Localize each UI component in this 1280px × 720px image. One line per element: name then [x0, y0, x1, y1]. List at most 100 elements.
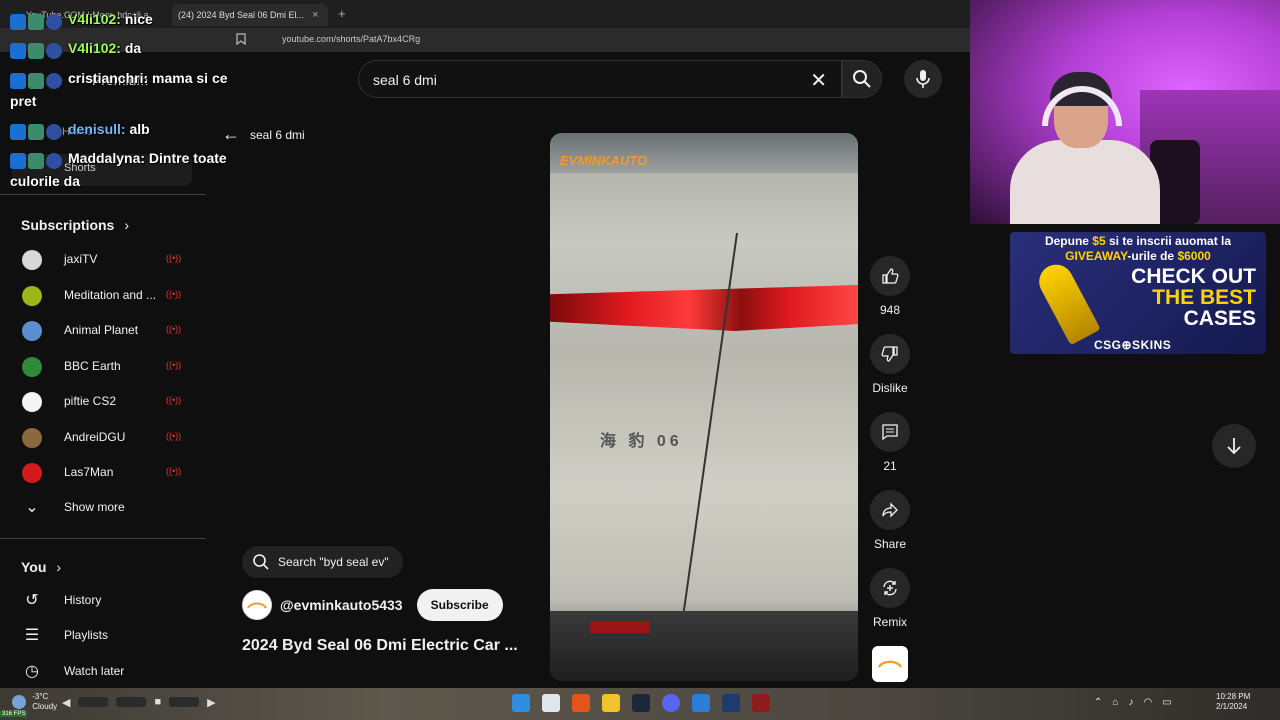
taskbar-apps [512, 694, 770, 712]
discord-icon[interactable] [662, 694, 680, 712]
chevron-right-icon: › [56, 559, 62, 575]
taskbar-clock[interactable]: 10:28 PM 2/1/2024 [1216, 692, 1250, 712]
chat-badges [10, 38, 64, 60]
notepad-icon[interactable] [692, 694, 710, 712]
network-icon[interactable]: ⌂ [1112, 697, 1118, 708]
channel-name[interactable]: @evminkauto5433 [280, 597, 403, 613]
share-button[interactable] [870, 490, 910, 530]
arrow-down-icon [1227, 438, 1241, 455]
short-video-player[interactable]: EVMINKAUTO 海 豹 06 [550, 133, 858, 681]
ad-amount: $5 [1092, 234, 1106, 248]
you-label: You [21, 559, 47, 575]
chat-badges [10, 119, 64, 141]
arrow-left-icon: ← [222, 124, 240, 144]
like-button[interactable] [870, 256, 910, 296]
chat-message: V4li102: da [10, 37, 141, 60]
live-indicator-icon: ((•)) [166, 288, 182, 299]
subscriptions-heading[interactable]: Subscriptions › [21, 217, 129, 233]
show-more-button[interactable]: ⌄ Show more [0, 491, 206, 527]
previous-icon[interactable]: ◀ [62, 696, 70, 709]
search-button[interactable] [842, 60, 882, 98]
you-heading[interactable]: You › [21, 559, 61, 575]
share-arrow-icon [882, 502, 898, 518]
chat-badges [10, 9, 64, 31]
like-count: 948 [879, 303, 901, 317]
system-tray: ⌃ ⌂ ♪ ◠ ▭ [1094, 697, 1172, 708]
sidebar-item-history[interactable]: ↺ History [0, 584, 206, 620]
media-track [116, 697, 147, 707]
video-title[interactable]: 2024 Byd Seal 06 Dmi Electric Car ... [242, 637, 518, 655]
wifi-icon[interactable]: ◠ [1143, 697, 1152, 708]
clear-search-icon[interactable]: ✕ [810, 68, 827, 93]
sidebar-item-subscription[interactable]: jaxiTV ((•)) [0, 243, 206, 279]
url-field[interactable]: youtube.com/shorts/PatA7bx4CRg [282, 34, 420, 44]
sidebar-item-subscription[interactable]: Animal Planet ((•)) [0, 314, 206, 350]
channel-avatar [22, 321, 42, 341]
channel-avatar[interactable] [242, 590, 272, 620]
chat-username: Maddalyna: [68, 150, 146, 166]
dislike-label: Dislike [872, 381, 908, 395]
chat-username: cristianchri: [68, 70, 149, 86]
bookmark-icon[interactable] [236, 33, 246, 48]
volume-icon[interactable]: ♪ [1128, 697, 1133, 708]
channel-avatar [22, 427, 42, 448]
next-video-button[interactable] [1212, 424, 1256, 468]
thumbs-down-icon [881, 346, 898, 362]
comments-button[interactable] [870, 412, 910, 452]
new-tab-button[interactable]: + [338, 6, 346, 21]
search-suggestion-chip[interactable]: Search "byd seal ev" [242, 546, 403, 578]
sidebar-item-subscription[interactable]: Meditation and ... ((•)) [0, 279, 206, 315]
search-box[interactable]: seal 6 dmi ✕ [358, 60, 842, 98]
weather-condition: Cloudy [32, 702, 58, 711]
sidebar-item-label: Las7Man [64, 465, 114, 479]
brave-browser-icon[interactable] [572, 694, 590, 712]
chat-text: mama si ce [152, 70, 228, 86]
pause-icon[interactable]: ■ [154, 696, 161, 709]
sound-channel-thumbnail[interactable] [872, 646, 908, 682]
chat-username: V4li102: [68, 40, 121, 56]
chat-username: denisull: [68, 121, 126, 137]
shield-app-icon[interactable] [752, 694, 770, 712]
sidebar-item-subscription[interactable]: piftie CS2 ((•)) [0, 385, 206, 421]
ad-text: Depune [1044, 234, 1089, 248]
dislike-action: Dislike [868, 334, 912, 395]
sidebar-item-subscription[interactable]: BBC Earth ((•)) [0, 350, 206, 386]
ad-text: -urile de [1127, 249, 1175, 263]
ad-headline: Depune $5 si te inscrii auomat la GIVEAW… [1018, 234, 1258, 264]
windows-start-icon[interactable] [512, 694, 530, 712]
video-car-badge: 海 豹 06 [600, 433, 683, 450]
sidebar-item-subscription[interactable]: AndreiDGU ((•)) [0, 421, 206, 457]
chat-message: Maddalyna: Dintre toate culorile da [10, 147, 227, 192]
subscribe-button[interactable]: Subscribe [416, 589, 503, 621]
live-indicator-icon: ((•)) [166, 359, 182, 370]
app-icon[interactable] [722, 694, 740, 712]
steam-icon[interactable] [632, 694, 650, 712]
task-view-icon[interactable] [542, 694, 560, 712]
chat-text: pret [10, 93, 37, 110]
media-controls: ◀ ■ ▶ [62, 696, 216, 709]
search-input[interactable]: seal 6 dmi [373, 72, 437, 88]
sidebar-item-playlists[interactable]: ☰ Playlists [0, 619, 206, 655]
back-label: seal 6 dmi [250, 127, 305, 142]
sidebar-item-watch-later[interactable]: ◷ Watch later [0, 655, 206, 691]
subscriptions-label: Subscriptions [21, 217, 115, 233]
back-to-search[interactable]: ← seal 6 dmi [222, 124, 305, 145]
close-icon[interactable]: × [312, 9, 318, 21]
remix-button[interactable] [870, 568, 910, 608]
channel-row: @evminkauto5433 Subscribe [242, 589, 503, 621]
browser-tab-active[interactable]: (24) 2024 Byd Seal 06 Dmi El... × [172, 4, 328, 26]
voice-search-button[interactable] [904, 60, 942, 98]
remix-icon [883, 580, 897, 596]
chevron-up-icon[interactable]: ⌃ [1094, 697, 1102, 708]
live-indicator-icon: ((•)) [166, 430, 182, 441]
dislike-button[interactable] [870, 334, 910, 374]
weather-widget[interactable]: -3°C Cloudy [12, 692, 57, 712]
chat-message: denisull: alb [10, 118, 150, 141]
battery-icon[interactable]: ▭ [1162, 697, 1171, 708]
fps-counter: 316 FPS [0, 711, 28, 717]
media-track [78, 697, 109, 707]
clock-date: 2/1/2024 [1216, 702, 1248, 711]
sidebar-item-subscription[interactable]: Las7Man ((•)) [0, 456, 206, 492]
next-icon[interactable]: ▶ [207, 696, 215, 709]
file-explorer-icon[interactable] [602, 694, 620, 712]
